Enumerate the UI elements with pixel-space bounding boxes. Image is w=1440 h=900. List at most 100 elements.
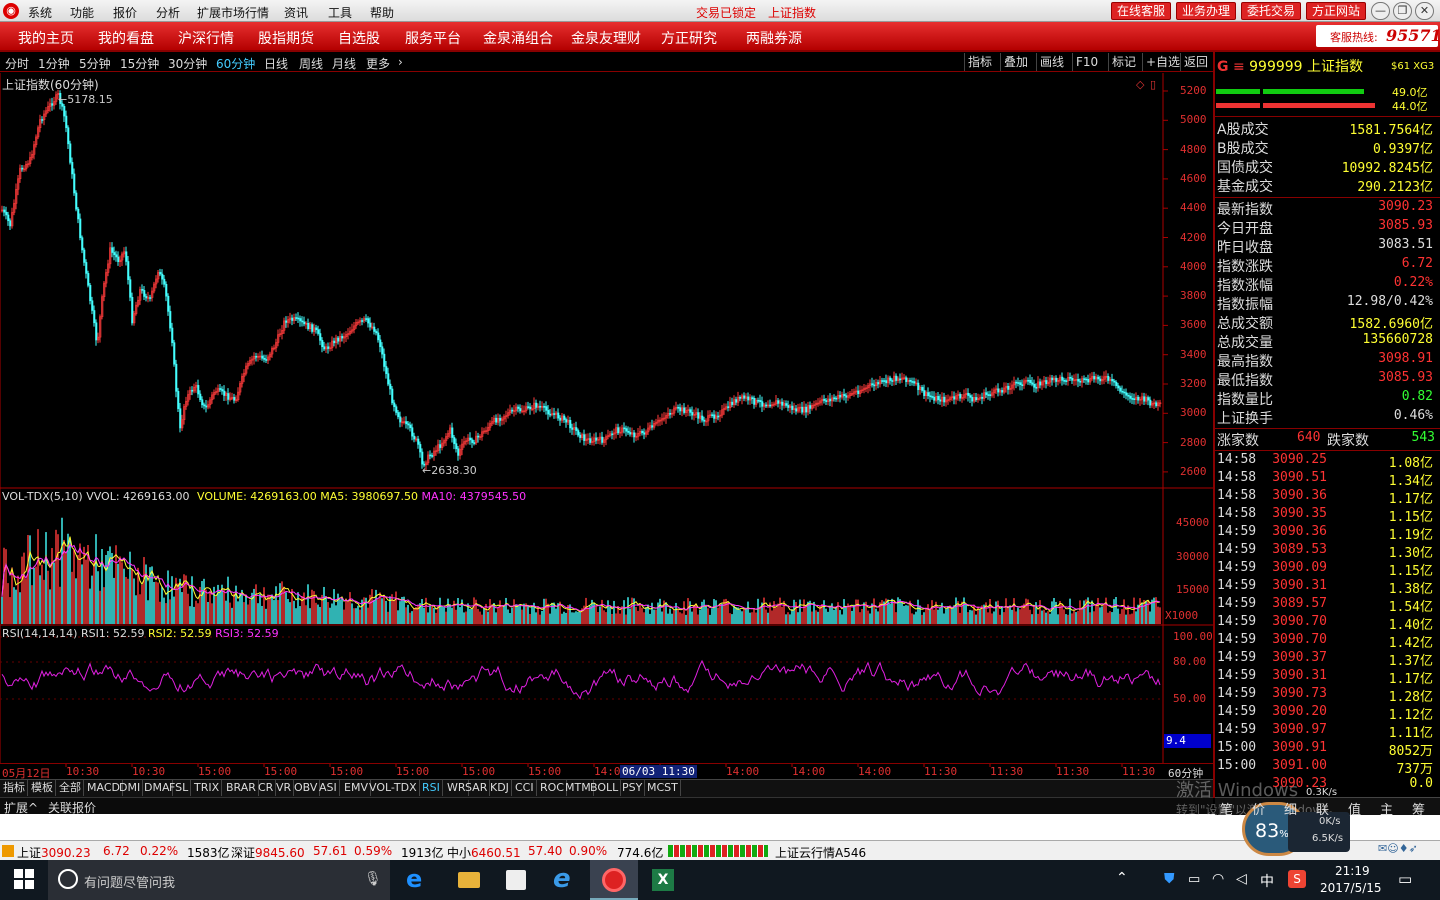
menu-ext-market[interactable]: 扩展市场行情: [197, 4, 269, 21]
wifi-icon[interactable]: ◠: [1212, 871, 1224, 887]
battery-icon[interactable]: ▭: [1188, 872, 1200, 887]
chevron-up-icon[interactable]: ⌃: [1116, 870, 1128, 886]
menu-system[interactable]: 系统: [28, 4, 52, 21]
menu-news[interactable]: 资讯: [284, 4, 308, 21]
period-more[interactable]: 更多: [366, 55, 390, 72]
indicator-tab[interactable]: 全部: [57, 780, 84, 796]
indicator-tab[interactable]: RSI: [420, 780, 443, 796]
indicator-tab[interactable]: MCST: [645, 780, 681, 796]
detail-tab[interactable]: 筹: [1412, 799, 1425, 818]
sz-index[interactable]: 深证9845.60: [231, 844, 305, 861]
candle-body: [361, 320, 364, 322]
shirt-icon[interactable]: ♦: [1399, 842, 1409, 855]
detail-tab[interactable]: 联: [1316, 799, 1329, 818]
excel-icon[interactable]: X: [652, 869, 674, 891]
indicator-tab[interactable]: KDJ: [488, 780, 512, 796]
user-icon[interactable]: ☺: [1387, 842, 1398, 855]
restore-icon[interactable]: ❐: [1393, 2, 1412, 20]
nav-my-watch[interactable]: 我的看盘: [98, 28, 154, 48]
menu-function[interactable]: 功能: [70, 4, 94, 21]
tool-mark[interactable]: 标记: [1108, 53, 1139, 71]
detail-tab[interactable]: 值: [1348, 799, 1361, 818]
indicator-tab[interactable]: 模板: [29, 780, 56, 796]
panel-toggle-icon[interactable]: ▯: [1150, 78, 1156, 91]
server-name[interactable]: 上证云行情A546: [775, 844, 866, 861]
indicator-tab[interactable]: BRAR: [224, 780, 259, 796]
menu-analysis[interactable]: 分析: [156, 4, 180, 21]
indicator-tab[interactable]: TRIX: [192, 780, 223, 796]
detail-tab[interactable]: 价: [1252, 799, 1265, 818]
nav-hs-market[interactable]: 沪深行情: [178, 28, 234, 48]
indicator-tab[interactable]: CCI: [513, 780, 537, 796]
indicator-tab[interactable]: DMI: [117, 780, 144, 796]
nav-home[interactable]: 我的主页: [18, 28, 74, 48]
fangzheng-app-icon[interactable]: [602, 868, 626, 892]
website-button[interactable]: 方正网站: [1306, 2, 1367, 20]
send-icon[interactable]: ➶: [1409, 842, 1418, 855]
tool-draw[interactable]: 画线: [1036, 53, 1067, 71]
shield-icon[interactable]: ⛊: [1164, 871, 1175, 887]
indicator-tab[interactable]: ASI: [317, 780, 340, 796]
detail-tab[interactable]: 主: [1380, 799, 1393, 818]
clock-time[interactable]: 21:19: [1335, 864, 1370, 878]
online-service-button[interactable]: 在线客服: [1111, 2, 1172, 20]
ime-indicator[interactable]: 中: [1260, 871, 1274, 891]
clock-date[interactable]: 2017/5/15: [1320, 881, 1382, 895]
menu-tools[interactable]: 工具: [328, 4, 352, 21]
zx-index[interactable]: 中小6460.51: [447, 844, 521, 861]
period-30m[interactable]: 30分钟: [168, 55, 207, 72]
period-month[interactable]: 月线: [332, 55, 356, 72]
tool-indicator[interactable]: 指标: [964, 53, 995, 71]
period-5m[interactable]: 5分钟: [79, 55, 111, 72]
y-tick-main: 5000: [1180, 113, 1207, 127]
period-15m[interactable]: 15分钟: [120, 55, 159, 72]
tool-back[interactable]: 返回: [1180, 53, 1211, 71]
period-60m[interactable]: 60分钟: [216, 55, 255, 72]
windows-start-icon[interactable]: [14, 869, 34, 889]
trade-button[interactable]: 委托交易: [1241, 2, 1302, 20]
file-explorer-icon[interactable]: [458, 872, 480, 888]
chat-icon[interactable]: ✉: [1378, 842, 1387, 855]
nav-futures[interactable]: 股指期货: [258, 28, 314, 48]
nav-research[interactable]: 方正研究: [661, 28, 717, 48]
nav-margin[interactable]: 两融券源: [746, 28, 802, 48]
tool-add-watch[interactable]: +自选: [1142, 53, 1183, 71]
ie-icon[interactable]: e: [553, 864, 571, 894]
nav-service[interactable]: 服务平台: [405, 28, 461, 48]
tool-overlay[interactable]: 叠加: [1000, 53, 1031, 71]
period-1m[interactable]: 1分钟: [38, 55, 70, 72]
indicator-tab[interactable]: VOL-TDX: [367, 780, 420, 796]
sh-index[interactable]: 上证3090.23: [17, 844, 91, 861]
volume-icon[interactable]: ◁: [1236, 871, 1247, 887]
menu-quote[interactable]: 报价: [113, 4, 137, 21]
diamond-icon[interactable]: ◇: [1136, 78, 1144, 91]
nav-watchlist[interactable]: 自选股: [338, 28, 380, 48]
cortana-search[interactable]: 有问题尽管问我 🎙: [48, 860, 390, 900]
indicator-tab[interactable]: FSL: [167, 780, 192, 796]
tool-f10[interactable]: F10: [1072, 53, 1101, 71]
indicator-tab[interactable]: BOLL: [588, 780, 622, 796]
notification-icon[interactable]: ▭: [1398, 870, 1412, 888]
period-tick[interactable]: 分时: [5, 55, 29, 72]
chart-canvas[interactable]: [0, 73, 1213, 780]
close-icon[interactable]: ✕: [1415, 2, 1434, 20]
detail-tab[interactable]: 细: [1284, 799, 1297, 818]
chevron-right-icon[interactable]: ›: [398, 55, 403, 69]
indicator-tab[interactable]: SAR: [463, 780, 491, 796]
indicator-tab[interactable]: PSY: [620, 780, 646, 796]
store-icon[interactable]: [506, 870, 526, 890]
indicator-tab[interactable]: 指标: [1, 780, 28, 796]
microphone-icon[interactable]: 🎙: [364, 871, 382, 887]
menu-icon[interactable]: ≡: [1233, 59, 1245, 75]
nav-portfolio[interactable]: 金泉涌组合: [483, 28, 553, 48]
nav-finance[interactable]: 金泉友理财: [571, 28, 641, 48]
g-icon[interactable]: G: [1217, 59, 1229, 75]
business-button[interactable]: 业务办理: [1176, 2, 1237, 20]
period-week[interactable]: 周线: [299, 55, 323, 72]
detail-tab[interactable]: 笔: [1220, 799, 1233, 818]
menu-help[interactable]: 帮助: [370, 4, 394, 21]
period-day[interactable]: 日线: [264, 55, 288, 72]
sogou-icon[interactable]: S: [1288, 870, 1306, 888]
minimize-icon[interactable]: —: [1371, 2, 1390, 20]
edge-icon[interactable]: e: [406, 865, 422, 893]
